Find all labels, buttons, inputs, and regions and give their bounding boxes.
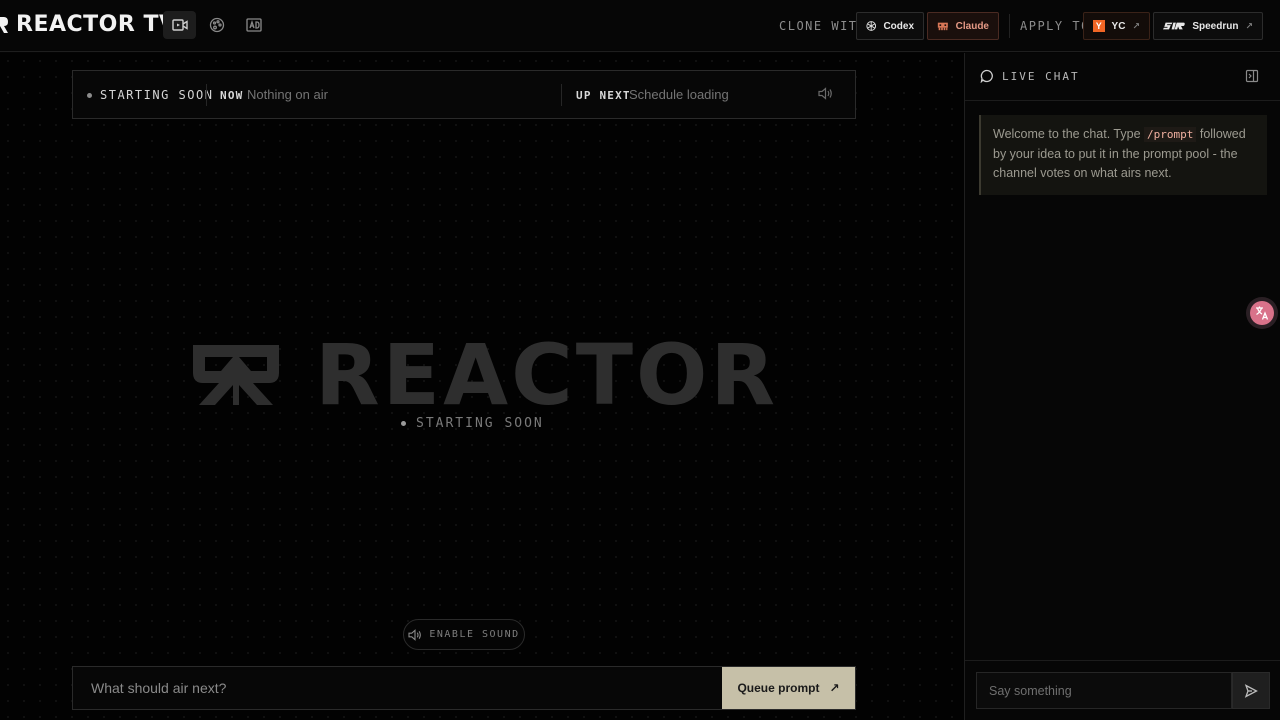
now-label: NOW: [220, 89, 244, 102]
clone-with-label: CLONE WITH: [779, 19, 867, 33]
prompt-bar: Queue prompt ↗: [72, 666, 856, 710]
speedrun-label: Speedrun: [1192, 20, 1239, 32]
now-playing-ticker: STARTING SOON NOW Nothing on air UP NEXT…: [72, 70, 856, 119]
stage-status: STARTING SOON: [401, 416, 544, 431]
up-next-label: UP NEXT: [576, 89, 631, 102]
queue-prompt-button[interactable]: Queue prompt ↗: [722, 667, 855, 709]
yc-logo-icon: Y: [1093, 20, 1105, 32]
claude-label: Claude: [955, 20, 989, 32]
chat-panel: LIVE CHAT Welcome to the chat. Type /pro…: [964, 53, 1280, 720]
external-link-icon: ↗: [1132, 20, 1140, 31]
collapse-panel-icon[interactable]: [1245, 69, 1259, 83]
external-link-icon: ↗: [1245, 20, 1253, 31]
enable-sound-button[interactable]: ENABLE SOUND: [403, 619, 525, 650]
chat-header: LIVE CHAT: [965, 53, 1280, 101]
claude-icon: [937, 22, 948, 31]
queue-prompt-label: Queue prompt: [737, 681, 820, 695]
up-next-value: Schedule loading: [629, 87, 729, 102]
status-dot: [87, 92, 92, 98]
translate-button[interactable]: [1246, 297, 1278, 329]
apply-to-label: APPLY TO: [1020, 19, 1090, 33]
brand-title: REACTOR TV: [16, 12, 177, 37]
video-camera-icon: [171, 19, 188, 31]
speedrun-logo-icon: [1163, 22, 1185, 30]
ad-tab[interactable]: [237, 11, 270, 39]
enable-sound-label: ENABLE SOUND: [429, 629, 520, 640]
reactor-watermark: REACTOR: [193, 333, 778, 417]
codex-icon: [866, 21, 877, 31]
welcome-text-start: Welcome to the chat. Type: [993, 127, 1145, 141]
yc-label: YC: [1111, 20, 1126, 32]
now-value: Nothing on air: [247, 87, 328, 102]
mode-nav: [163, 11, 270, 39]
reactor-logo-icon: [0, 16, 8, 33]
ticker-divider: [561, 84, 562, 106]
translate-icon: [1250, 301, 1274, 325]
stage-panel: STARTING SOON NOW Nothing on air UP NEXT…: [0, 53, 964, 720]
volume-icon[interactable]: [818, 87, 833, 100]
clone-codex-button[interactable]: Codex: [856, 12, 924, 40]
welcome-message: Welcome to the chat. Type /prompt follow…: [979, 115, 1267, 195]
apply-yc-button[interactable]: Y YC ↗: [1083, 12, 1150, 40]
top-bar: REACTOR TV CLONE WITH Codex Claude APPLY…: [0, 0, 1280, 52]
palette-tab[interactable]: [200, 11, 233, 39]
send-icon: [1244, 683, 1258, 698]
reactor-logo-icon: [193, 345, 279, 405]
chat-input[interactable]: [976, 672, 1232, 709]
prompt-input[interactable]: [73, 667, 722, 709]
chat-composer: [965, 660, 1280, 720]
ticker-divider: [206, 84, 207, 106]
stage-status-label: STARTING SOON: [416, 416, 544, 431]
apply-speedrun-button[interactable]: Speedrun ↗: [1153, 12, 1263, 40]
status-dot: [401, 421, 406, 426]
ticker-status-label: STARTING SOON: [100, 88, 214, 102]
arrow-up-right-icon: ↗: [829, 681, 840, 695]
reactor-wordmark: REACTOR: [315, 326, 779, 424]
codex-label: Codex: [883, 20, 914, 32]
chat-bubble-icon: [980, 69, 993, 83]
speaker-icon: [408, 628, 422, 641]
brand[interactable]: REACTOR TV: [0, 12, 176, 37]
prompt-command: /prompt: [1144, 127, 1197, 142]
send-button[interactable]: [1232, 672, 1270, 709]
header-divider: [1009, 14, 1010, 38]
chat-title-label: LIVE CHAT: [1002, 69, 1080, 83]
chat-title: LIVE CHAT: [980, 69, 1080, 83]
clone-claude-button[interactable]: Claude: [927, 12, 999, 40]
ticker-status: STARTING SOON: [87, 88, 213, 102]
ad-icon: [245, 18, 262, 32]
video-tab[interactable]: [163, 11, 196, 39]
palette-icon: [209, 17, 224, 33]
